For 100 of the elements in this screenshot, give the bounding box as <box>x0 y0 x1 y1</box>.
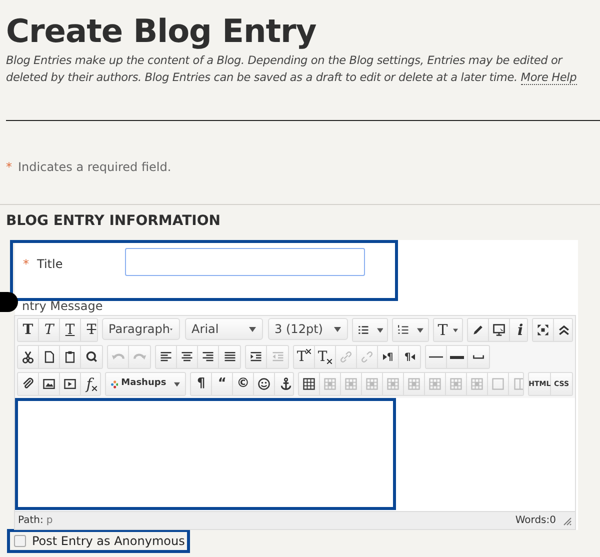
page-title: Create Blog Entry <box>6 12 318 50</box>
paste-button[interactable] <box>60 346 81 368</box>
space-icon <box>473 355 484 359</box>
dropdown-button[interactable]: Paragraph <box>102 318 180 340</box>
space-button[interactable] <box>468 346 489 368</box>
small-x-icon <box>306 349 312 354</box>
pencil-icon <box>470 323 485 337</box>
field-label: ntry Message <box>22 299 103 313</box>
formula-button[interactable]: f <box>81 373 100 395</box>
description-text: Blog Entries make up the content of a Blog. Depending on the Blog settings, Entries may be edited or deleted by their authors. Blog Entries can be saved as a draft to edit or delete at a later time. More Help <box>6 53 578 86</box>
square-icon <box>491 377 506 391</box>
table-icon <box>407 377 422 391</box>
table-icon <box>428 377 442 391</box>
table-icon <box>302 377 316 391</box>
title-input[interactable] <box>125 248 365 276</box>
caret-icon <box>248 326 256 332</box>
mashups-button[interactable]: Mashups <box>106 373 186 395</box>
highlight-frame[interactable] <box>15 398 396 510</box>
checkbox[interactable] <box>14 535 26 547</box>
bullet-list-icon <box>356 323 370 337</box>
required-mark: * <box>6 159 12 176</box>
search-icon <box>84 350 98 364</box>
document-icon <box>42 350 56 364</box>
dots-icon <box>110 380 118 388</box>
table-button[interactable] <box>299 373 320 395</box>
collapse-button[interactable] <box>554 319 572 341</box>
copy-button[interactable] <box>39 346 60 368</box>
info-button[interactable]: i <box>510 319 527 341</box>
table-icon <box>470 377 484 391</box>
align-center-button[interactable] <box>177 346 198 368</box>
paperclip-icon <box>21 377 35 391</box>
symbol-button[interactable]: © <box>233 373 254 395</box>
subscript-button[interactable]: T <box>315 346 336 368</box>
cursor-blob <box>0 292 18 312</box>
symbol-button[interactable]: “ <box>212 373 234 395</box>
align-justify-button[interactable] <box>219 346 240 368</box>
cut-button[interactable] <box>18 346 39 368</box>
chevrons-up-icon <box>557 323 572 337</box>
caret-icon <box>174 382 180 386</box>
word-count: Words:0 <box>515 514 556 528</box>
caret-icon <box>452 328 458 332</box>
align-left-icon <box>159 350 173 364</box>
monitor-icon <box>492 323 506 337</box>
fullscreen-icon <box>536 323 550 337</box>
align-left-button[interactable] <box>156 346 177 368</box>
chain-icon <box>339 350 353 364</box>
align-justify-icon <box>222 350 236 364</box>
search-button[interactable] <box>81 346 102 368</box>
symbol-button[interactable]: ¶ <box>191 373 212 395</box>
more-help-link[interactable]: More Help <box>520 71 577 85</box>
section-heading: BLOG ENTRY INFORMATION <box>6 212 222 231</box>
align-right-button[interactable] <box>198 346 219 368</box>
scissors-icon <box>21 350 35 364</box>
table-icon <box>386 377 400 391</box>
left-to-right-button[interactable]: ¶ <box>378 346 399 368</box>
bold-button[interactable]: T <box>18 319 39 341</box>
smiley-icon <box>257 377 272 391</box>
required-mark: * <box>23 256 29 273</box>
thick-line-icon <box>450 356 464 358</box>
text-color-button[interactable]: T <box>434 319 462 341</box>
clipboard-icon <box>63 350 77 364</box>
caret-icon <box>417 328 424 332</box>
underline-button[interactable]: T <box>60 319 81 341</box>
anchor-button[interactable] <box>275 373 294 395</box>
attach-button[interactable] <box>18 373 39 395</box>
table-icon <box>344 377 358 391</box>
path-label: Path: <box>18 514 44 528</box>
media-button[interactable] <box>60 373 81 395</box>
table-icon <box>323 377 338 391</box>
arrow-icon <box>410 354 415 360</box>
indent-icon <box>249 350 263 364</box>
horizontal-line-icon <box>429 356 443 358</box>
fullscreen-button[interactable] <box>532 319 554 341</box>
pencil-button[interactable] <box>468 319 489 341</box>
right-to-left-button[interactable]: ¶ <box>399 346 420 368</box>
indent-button[interactable] <box>246 346 267 368</box>
monitor-button[interactable] <box>488 319 510 341</box>
italic-button[interactable]: T <box>39 319 60 341</box>
dropdown-button[interactable]: Arial <box>184 318 263 340</box>
required-note: Indicates a required field. <box>18 159 172 176</box>
caret-icon <box>376 328 384 332</box>
rule-thin-button[interactable] <box>426 346 447 368</box>
superscript-button[interactable]: T <box>294 346 315 368</box>
caret-icon <box>334 326 341 332</box>
image-button[interactable] <box>39 373 60 395</box>
resize-grip-icon[interactable] <box>562 516 572 526</box>
arrow-icon <box>382 354 387 360</box>
field-label: Title <box>37 256 64 273</box>
rule-thick-button[interactable] <box>447 346 468 368</box>
strikethrough-button[interactable]: T <box>81 319 97 341</box>
broken-chain-icon <box>360 350 374 364</box>
dropdown-button[interactable]: 3 (12pt) <box>268 318 348 340</box>
table-icon <box>449 377 464 391</box>
checkbox-label: Post Entry as Anonymous <box>32 533 185 550</box>
smiley-button[interactable] <box>254 373 276 395</box>
anchor-icon <box>278 377 293 391</box>
film-icon <box>63 377 77 391</box>
align-center-icon <box>180 350 194 364</box>
outdent-icon <box>270 350 284 364</box>
path-value: p <box>46 514 53 528</box>
